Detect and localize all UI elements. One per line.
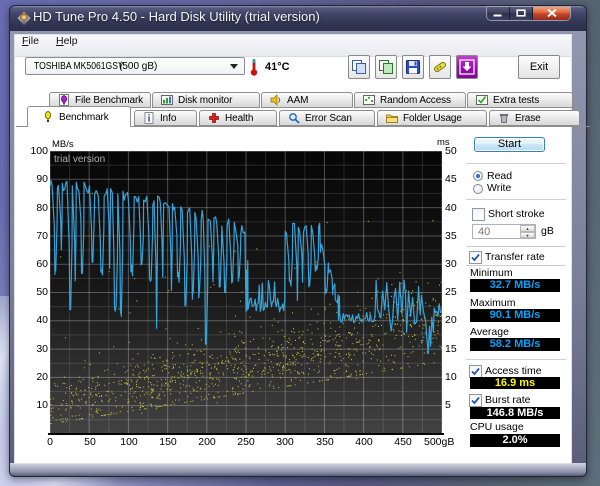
- svg-text:i: i: [148, 114, 151, 125]
- svg-text:trial version: trial version: [54, 154, 105, 165]
